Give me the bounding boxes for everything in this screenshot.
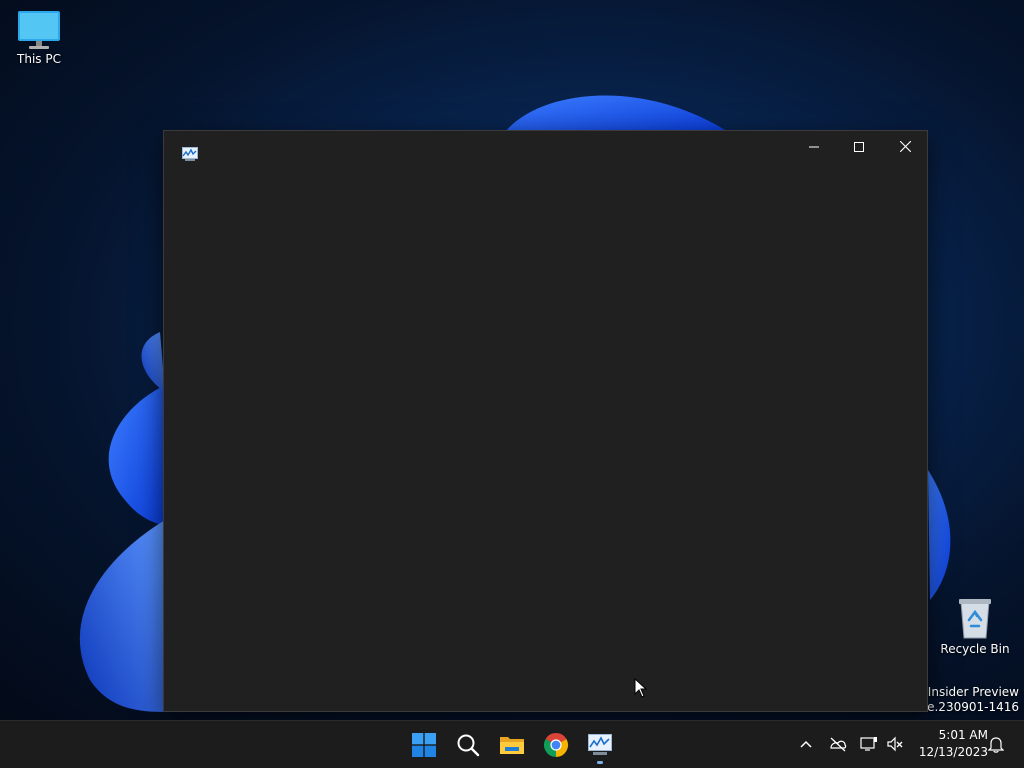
chrome-button[interactable] bbox=[536, 725, 576, 765]
performance-monitor-icon bbox=[182, 147, 198, 161]
bell-icon bbox=[988, 737, 1004, 753]
window-titlebar[interactable] bbox=[164, 131, 927, 162]
desktop-icon-label: Recycle Bin bbox=[940, 642, 1010, 656]
maximize-icon bbox=[854, 141, 864, 152]
desktop-icon-recycle-bin[interactable]: Recycle Bin bbox=[935, 596, 1015, 656]
desktop: This PC Recycle Bin ro Insider Preview e… bbox=[0, 0, 1024, 720]
minimize-button[interactable] bbox=[791, 131, 837, 162]
maximize-button[interactable] bbox=[836, 131, 882, 162]
minimize-icon bbox=[809, 146, 819, 147]
display-settings-button[interactable] bbox=[856, 731, 882, 757]
running-indicator bbox=[597, 761, 603, 764]
desktop-icon-label: This PC bbox=[17, 52, 61, 66]
start-button[interactable] bbox=[404, 725, 444, 765]
mouse-pointer-icon bbox=[634, 678, 648, 698]
network-disconnected-icon bbox=[830, 737, 847, 752]
volume-muted-icon bbox=[887, 736, 903, 752]
search-icon bbox=[457, 734, 480, 757]
search-button[interactable] bbox=[448, 725, 488, 765]
monitor-icon bbox=[18, 11, 60, 49]
show-hidden-icons-button[interactable] bbox=[793, 731, 819, 757]
app-window[interactable] bbox=[163, 130, 928, 712]
chrome-icon bbox=[543, 733, 569, 757]
desktop-icon-this-pc[interactable]: This PC bbox=[0, 10, 79, 66]
network-status-button[interactable] bbox=[825, 731, 851, 757]
clock-time: 5:01 AM bbox=[938, 728, 988, 742]
system-clock[interactable]: 5:01 AM 12/13/2023 bbox=[912, 727, 988, 761]
notification-center-button[interactable] bbox=[983, 731, 1009, 757]
folder-icon bbox=[500, 737, 524, 754]
close-icon bbox=[899, 141, 911, 152]
recycle-bin-icon bbox=[959, 599, 991, 639]
clock-date: 12/13/2023 bbox=[918, 745, 988, 759]
close-button[interactable] bbox=[882, 131, 928, 162]
chevron-up-icon bbox=[800, 740, 812, 748]
display-icon bbox=[860, 737, 877, 751]
performance-monitor-icon bbox=[588, 734, 612, 755]
performance-monitor-taskbar-button[interactable] bbox=[580, 725, 620, 765]
taskbar: 5:01 AM 12/13/2023 bbox=[0, 720, 1024, 768]
windows-logo-icon bbox=[412, 733, 436, 757]
file-explorer-button[interactable] bbox=[492, 725, 532, 765]
volume-button[interactable] bbox=[882, 731, 908, 757]
